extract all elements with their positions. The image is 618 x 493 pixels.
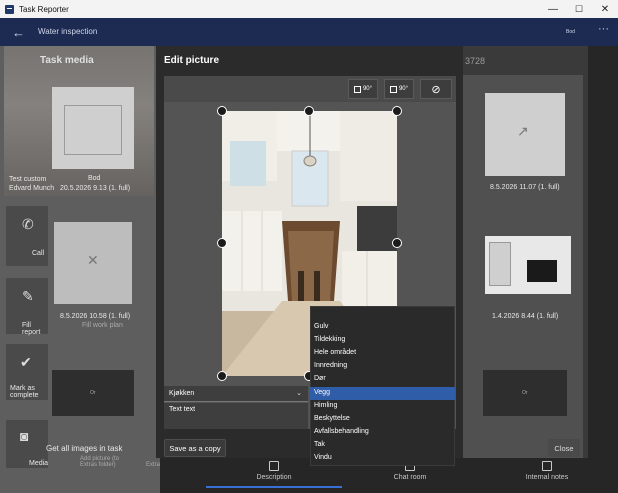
- tab-description-label: Description: [256, 474, 292, 481]
- media-tile-2[interactable]: ✕: [54, 222, 132, 304]
- active-tab-indicator: [206, 486, 342, 488]
- right-media-tile-2[interactable]: [485, 236, 571, 294]
- description-icon: [269, 461, 279, 471]
- rotate-left-icon: [353, 85, 361, 93]
- eye-off-icon: ⊘: [431, 83, 441, 96]
- bathroom-vanity-thumbnail: [527, 260, 557, 282]
- right-media-tile-1[interactable]: ↗: [485, 93, 565, 176]
- app-header: ← Water inspection Bod ···: [0, 18, 618, 46]
- dark-tile-right-label: Or: [522, 390, 528, 396]
- dark-tile-left[interactable]: Or: [52, 370, 134, 416]
- close-button[interactable]: Close: [548, 439, 580, 457]
- page-title: Water inspection: [38, 27, 98, 36]
- picture-text-value: Text text: [169, 406, 196, 413]
- menu-item-tak[interactable]: Tak: [310, 439, 455, 452]
- menu-item-avfallsbehandling[interactable]: Avfallsbehandling: [310, 426, 455, 439]
- crop-handle-left[interactable]: [217, 238, 227, 248]
- category-dropdown-value: Kjøkken: [169, 390, 195, 397]
- checkmark-icon: ✔: [20, 354, 32, 370]
- close-window-button[interactable]: ✕: [592, 0, 618, 18]
- menu-item-beskyttelse[interactable]: Beskyttelse: [310, 413, 455, 426]
- menu-item-tildekking[interactable]: Tildekking: [310, 334, 455, 347]
- tab-chat-room-label: Chat room: [393, 474, 427, 481]
- add-picture-label: Add picture (to Extras folder): [80, 456, 120, 468]
- dark-tile-label: Or: [90, 390, 96, 396]
- window-titlebar: Task Reporter — ☐ ✕: [0, 0, 618, 18]
- image-placeholder-icon: ✕: [87, 252, 99, 268]
- call-label: Call: [32, 250, 45, 257]
- customer-name: Test custom: [9, 176, 47, 183]
- media-tile-date: 20.5.2026 9.13 (1. full): [60, 185, 131, 192]
- more-options-icon[interactable]: ···: [598, 23, 609, 35]
- crop-handle-top[interactable]: [304, 106, 314, 116]
- shower-thumbnail: [489, 242, 511, 286]
- fill-work-plan-label: Fill work plan: [82, 322, 123, 329]
- tab-internal-notes-label: Internal notes: [525, 474, 569, 481]
- rotate-left-label: 90°: [362, 86, 373, 92]
- rotate-right-label: 90°: [398, 86, 409, 92]
- menu-item-gulv[interactable]: Gulv: [310, 321, 455, 334]
- back-arrow-icon[interactable]: ←: [12, 25, 25, 40]
- media-action[interactable]: ◙ Media: [6, 420, 48, 468]
- pencil-icon: ✎: [22, 288, 34, 304]
- camera-icon: ◙: [20, 428, 29, 444]
- fill-report-action[interactable]: ✎ Fill report: [6, 278, 48, 336]
- window-title: Task Reporter: [19, 4, 69, 14]
- dialog-title: Edit picture: [164, 55, 220, 66]
- app-icon: [5, 4, 14, 14]
- menu-item-innredning[interactable]: Innredning: [310, 360, 455, 373]
- hide-button[interactable]: ⊘: [420, 79, 452, 99]
- get-all-images-label: Get all images in task: [46, 444, 123, 453]
- crop-handle-bottom-left[interactable]: [217, 371, 227, 381]
- minimize-button[interactable]: —: [540, 0, 566, 18]
- picture-text-field[interactable]: Text text: [164, 403, 308, 429]
- tab-description[interactable]: Description: [252, 461, 296, 481]
- crop-handle-top-left[interactable]: [217, 106, 227, 116]
- mark-complete-action[interactable]: ✔ Mark as complete: [6, 344, 48, 400]
- task-media-title: Task media: [40, 55, 94, 66]
- rotate-right-button[interactable]: 90°: [384, 79, 414, 99]
- notes-icon: [542, 461, 552, 471]
- menu-item-dor[interactable]: Dør: [310, 373, 455, 386]
- right-tile-1-date: 8.5.2026 11.07 (1. full): [490, 184, 560, 191]
- rotate-right-icon: [389, 85, 397, 93]
- header-location-label: Bod: [566, 29, 575, 35]
- menu-item-vegg[interactable]: Vegg: [310, 387, 455, 400]
- menu-item-himling[interactable]: Himling: [310, 400, 455, 413]
- right-tile-2-date: 1.4.2026 8.44 (1. full): [492, 313, 559, 320]
- crop-handle-top-right[interactable]: [392, 106, 402, 116]
- mark-complete-label: Mark as complete: [10, 385, 39, 399]
- phone-icon: ✆: [22, 216, 34, 232]
- chevron-down-icon: ⌄: [296, 390, 302, 397]
- media-tile-bod[interactable]: [52, 87, 134, 169]
- fill-report-label: Fill report: [22, 322, 41, 336]
- floorplan-thumbnail: [64, 105, 122, 155]
- media-label: Media: [29, 460, 49, 467]
- call-action[interactable]: ✆ Call: [6, 206, 48, 266]
- save-as-copy-button[interactable]: Save as a copy: [164, 439, 226, 457]
- maximize-button[interactable]: ☐: [566, 0, 592, 18]
- media-tile-2-date: 8.5.2026 10.58 (1. full): [60, 313, 131, 320]
- media-tile-caption: Bod: [88, 175, 101, 182]
- dark-tile-right[interactable]: Or: [483, 370, 567, 416]
- menu-item-hele-omradet[interactable]: Hele området: [310, 347, 455, 360]
- image-placeholder-icon: ↗: [517, 123, 529, 139]
- customer-contact: Edvard Munch: [9, 185, 55, 192]
- menu-item-vindu[interactable]: Vindu: [310, 452, 455, 465]
- task-id: 3728: [465, 56, 486, 66]
- tab-internal-notes[interactable]: Internal notes: [522, 461, 572, 481]
- category-dropdown[interactable]: Kjøkken ⌄: [164, 386, 308, 402]
- crop-handle-right[interactable]: [392, 238, 402, 248]
- rotate-left-button[interactable]: 90°: [348, 79, 378, 99]
